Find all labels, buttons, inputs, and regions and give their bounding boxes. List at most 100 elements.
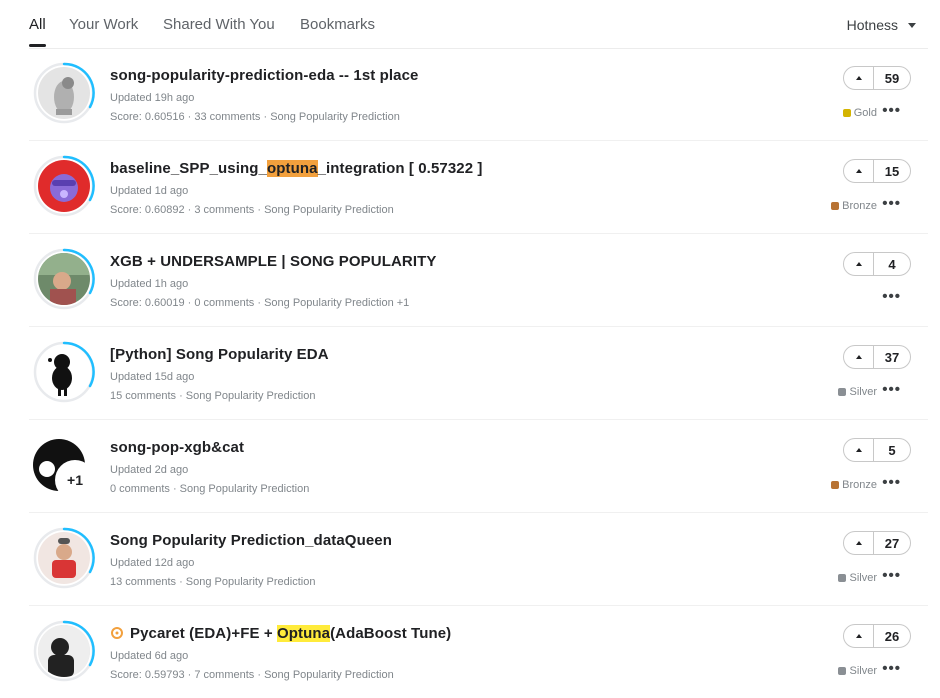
bronze-medal-icon [831, 202, 840, 210]
upvote-icon [855, 448, 862, 452]
gold-medal-icon [842, 109, 851, 117]
avatar-image [38, 160, 90, 212]
upvote-button[interactable] [844, 160, 874, 182]
updated-time: Updated 6d ago [110, 650, 189, 662]
vote-control: 26 [843, 624, 911, 648]
notebook-meta: Score: 0.59793 · 7 comments · Song Popul… [110, 669, 394, 681]
avatar-image [38, 625, 90, 677]
avatar[interactable] [33, 620, 95, 682]
medal-label: Silver [849, 386, 877, 398]
medal-label: Bronze [842, 479, 877, 491]
medal-badge: Silver [838, 386, 877, 398]
tab-shared-with-you[interactable]: Shared With You [163, 16, 275, 33]
collaborator-count-badge: +1 [55, 460, 95, 500]
list-item[interactable]: Pycaret (EDA)+FE + Optuna(AdaBoost Tune)… [29, 606, 928, 698]
list-item[interactable]: [Python] Song Popularity EDA Updated 15d… [29, 327, 928, 420]
bronze-medal-icon [831, 481, 840, 489]
notebook-meta: Score: 0.60516 · 33 comments · Song Popu… [110, 111, 400, 123]
vote-control: 27 [843, 531, 911, 555]
avatar[interactable] [33, 341, 95, 403]
vote-count: 4 [888, 256, 896, 272]
more-options-icon[interactable]: ••• [882, 289, 901, 304]
avatar[interactable] [33, 527, 95, 589]
notebook-meta: Score: 0.60019 · 0 comments · Song Popul… [110, 297, 410, 309]
vote-count: 37 [884, 349, 900, 365]
more-options-icon[interactable]: ••• [882, 196, 901, 211]
avatar-image [38, 532, 90, 584]
upvote-icon [855, 355, 862, 359]
upvote-button[interactable] [844, 625, 874, 647]
upvote-icon [855, 76, 862, 80]
avatar-image [38, 253, 90, 305]
more-options-icon[interactable]: ••• [882, 475, 901, 490]
medal-badge: Gold [842, 107, 877, 119]
more-options-icon[interactable]: ••• [882, 103, 901, 118]
tab-all[interactable]: All [29, 16, 46, 33]
upvote-button[interactable] [844, 532, 874, 554]
medal-label: Bronze [842, 200, 877, 212]
upvote-icon [855, 634, 862, 638]
vote-count: 5 [888, 442, 896, 458]
title-text: (AdaBoost Tune) [330, 625, 452, 642]
title-text: baseline_SPP_using_ [110, 160, 267, 177]
search-highlight: Optuna [276, 625, 331, 642]
updated-time: Updated 19h ago [110, 92, 195, 104]
more-options-icon[interactable]: ••• [882, 382, 901, 397]
updated-time: Updated 2d ago [110, 464, 189, 476]
vote-control: 15 [843, 159, 911, 183]
avatar[interactable]: +1 [33, 434, 95, 500]
tab-bar: All Your Work Shared With You Bookmarks … [0, 0, 940, 50]
vote-control: 5 [843, 438, 911, 462]
tab-bookmarks[interactable]: Bookmarks [300, 16, 375, 33]
chevron-down-icon [908, 22, 916, 28]
notebook-title[interactable]: Pycaret (EDA)+FE + Optuna(AdaBoost Tune) [110, 625, 451, 642]
list-item[interactable]: Song Popularity Prediction_dataQueen Upd… [29, 513, 928, 606]
search-highlight: optuna [266, 160, 318, 177]
upvote-button[interactable] [844, 346, 874, 368]
medal-badge: Bronze [831, 200, 877, 212]
upvote-icon [855, 262, 862, 266]
notebook-title[interactable]: song-pop-xgb&cat [110, 439, 244, 456]
list-item[interactable]: baseline_SPP_using_optuna_integration [ … [29, 141, 928, 234]
medal-badge: Bronze [831, 479, 877, 491]
medal-badge: Silver [838, 572, 877, 584]
list-item[interactable]: song-popularity-prediction-eda -- 1st pl… [29, 48, 928, 141]
vote-control: 4 [843, 252, 911, 276]
medal-label: Gold [853, 107, 877, 119]
notebook-title[interactable]: song-popularity-prediction-eda -- 1st pl… [110, 67, 419, 84]
updated-time: Updated 1h ago [110, 278, 189, 290]
avatar[interactable] [33, 62, 95, 124]
medal-badge: Silver [838, 665, 877, 677]
avatar[interactable] [33, 248, 95, 310]
notebook-title[interactable]: [Python] Song Popularity EDA [110, 346, 329, 363]
updated-time: Updated 15d ago [110, 371, 195, 383]
updated-time: Updated 1d ago [110, 185, 189, 197]
sort-dropdown[interactable]: Hotness [847, 17, 916, 33]
notebook-title[interactable]: baseline_SPP_using_optuna_integration [ … [110, 160, 483, 177]
vote-count: 26 [884, 628, 900, 644]
notebook-title[interactable]: XGB + UNDERSAMPLE | SONG POPULARITY [110, 253, 436, 270]
vote-count: 15 [884, 163, 900, 179]
more-options-icon[interactable]: ••• [882, 661, 901, 676]
avatar-image [38, 67, 90, 119]
updated-time: Updated 12d ago [110, 557, 195, 569]
notebook-meta: 0 comments · Song Popularity Prediction [110, 483, 310, 495]
sort-label: Hotness [846, 17, 898, 33]
notebook-meta: Score: 0.60892 · 3 comments · Song Popul… [110, 204, 394, 216]
tab-your-work[interactable]: Your Work [69, 16, 138, 33]
notebook-title[interactable]: Song Popularity Prediction_dataQueen [110, 532, 392, 549]
more-options-icon[interactable]: ••• [882, 568, 901, 583]
silver-medal-icon [838, 574, 847, 582]
upvote-button[interactable] [844, 439, 874, 461]
medal-label: Silver [849, 572, 877, 584]
avatar-image [38, 346, 90, 398]
vote-count: 27 [884, 535, 900, 551]
upvote-button[interactable] [844, 253, 874, 275]
upvote-button[interactable] [844, 67, 874, 89]
list-item[interactable]: XGB + UNDERSAMPLE | SONG POPULARITY Upda… [29, 234, 928, 327]
list-item[interactable]: +1 song-pop-xgb&cat Updated 2d ago 0 com… [29, 420, 928, 513]
silver-medal-icon [838, 667, 847, 675]
avatar[interactable] [33, 155, 95, 217]
vote-control: 59 [843, 66, 911, 90]
upvote-icon [855, 169, 862, 173]
